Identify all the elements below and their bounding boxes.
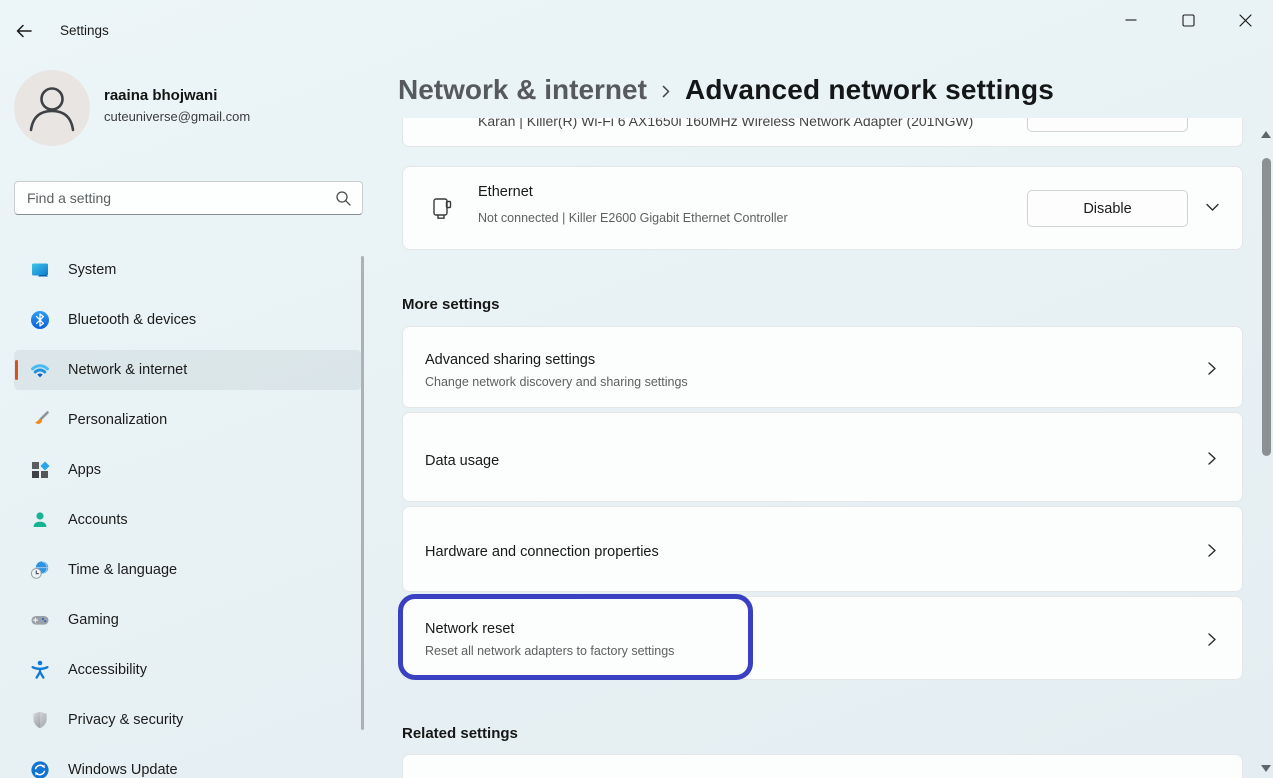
- section-header-related-settings: Related settings: [402, 725, 518, 742]
- window-title: Settings: [60, 23, 109, 38]
- sidebar-nav: System Bluetooth & devices Network & int…: [14, 250, 362, 778]
- search-icon: [335, 190, 352, 207]
- chevron-right-icon: [1207, 361, 1217, 376]
- page-title: Advanced network settings: [685, 74, 1054, 106]
- wifi-adapter-row-clipped[interactable]: Karan | Killer(R) Wi-Fi 6 AX1650i 160MHz…: [402, 118, 1243, 147]
- settings-window: Settings raaina bhojwani cuteuniverse@gm…: [0, 0, 1273, 778]
- sidebar-item-time-language[interactable]: Time & language: [14, 550, 362, 590]
- sidebar-item-personalization[interactable]: Personalization: [14, 400, 362, 440]
- ethernet-subtitle: Not connected | Killer E2600 Gigabit Eth…: [478, 211, 788, 225]
- sidebar-item-label: Windows Update: [68, 762, 178, 778]
- privacy-shield-icon: [30, 710, 50, 730]
- hardware-connection-properties-card[interactable]: Hardware and connection properties: [402, 506, 1243, 592]
- close-button[interactable]: [1230, 10, 1260, 30]
- chevron-right-icon: [1207, 543, 1217, 558]
- wifi-icon: [30, 360, 50, 380]
- sidebar-item-label: Network & internet: [68, 362, 187, 378]
- profile-name: raaina bhojwani: [104, 87, 217, 104]
- card-title: Network reset: [425, 621, 514, 637]
- back-arrow-icon: [14, 21, 34, 41]
- sidebar-item-bluetooth-devices[interactable]: Bluetooth & devices: [14, 300, 362, 340]
- selected-accent-bar: [15, 360, 18, 380]
- ethernet-title: Ethernet: [478, 184, 533, 200]
- back-button[interactable]: [14, 21, 34, 41]
- card-title: Hardware and connection properties: [425, 544, 659, 560]
- section-header-more-settings: More settings: [402, 296, 500, 313]
- sidebar-item-label: Time & language: [68, 562, 177, 578]
- bluetooth-icon: [30, 310, 50, 330]
- data-usage-card[interactable]: Data usage: [402, 412, 1243, 502]
- maximize-button[interactable]: [1173, 10, 1203, 30]
- breadcrumb: Network & internet Advanced network sett…: [398, 74, 1054, 106]
- sidebar-item-gaming[interactable]: Gaming: [14, 600, 362, 640]
- personalization-brush-icon: [30, 410, 50, 430]
- expander-chevron-down-icon[interactable]: [1205, 200, 1220, 215]
- scrollbar-down-arrow[interactable]: [1261, 765, 1271, 772]
- sidebar-item-label: Accessibility: [68, 662, 147, 678]
- minimize-icon: [1125, 14, 1137, 26]
- clipped-button[interactable]: [1027, 118, 1188, 132]
- card-subtitle: Reset all network adapters to factory se…: [425, 644, 674, 658]
- accounts-icon: [30, 510, 50, 530]
- sidebar-item-label: Accounts: [68, 512, 128, 528]
- related-settings-card-clipped[interactable]: [402, 754, 1243, 778]
- sidebar-item-label: Gaming: [68, 612, 119, 628]
- system-icon: [30, 260, 50, 280]
- chevron-right-icon: [1207, 451, 1217, 466]
- advanced-sharing-settings-card[interactable]: Advanced sharing settings Change network…: [402, 326, 1243, 408]
- sidebar-scrollbar[interactable]: [361, 256, 364, 730]
- ethernet-row[interactable]: Ethernet Not connected | Killer E2600 Gi…: [402, 166, 1243, 250]
- network-reset-card[interactable]: Network reset Reset all network adapters…: [402, 596, 1243, 680]
- maximize-icon: [1182, 14, 1195, 27]
- card-subtitle: Change network discovery and sharing set…: [425, 375, 688, 389]
- search-input[interactable]: [15, 182, 362, 214]
- chevron-right-icon: [1207, 632, 1217, 647]
- sidebar-item-accessibility[interactable]: Accessibility: [14, 650, 362, 690]
- sidebar-item-accounts[interactable]: Accounts: [14, 500, 362, 540]
- wifi-adapter-text: Karan | Killer(R) Wi-Fi 6 AX1650i 160MHz…: [478, 118, 973, 129]
- time-language-icon: [30, 560, 50, 580]
- sidebar-item-label: Privacy & security: [68, 712, 183, 728]
- accessibility-icon: [30, 660, 50, 680]
- sidebar-item-privacy-security[interactable]: Privacy & security: [14, 700, 362, 740]
- profile-email: cuteuniverse@gmail.com: [104, 109, 250, 124]
- scrollbar-thumb[interactable]: [1262, 158, 1271, 456]
- close-icon: [1239, 14, 1252, 27]
- disable-button[interactable]: Disable: [1027, 190, 1188, 227]
- card-title: Data usage: [425, 453, 499, 469]
- minimize-button[interactable]: [1116, 10, 1146, 30]
- ethernet-icon: [429, 195, 456, 222]
- sidebar-item-label: Personalization: [68, 412, 167, 428]
- breadcrumb-chevron-icon: [660, 80, 672, 100]
- breadcrumb-parent[interactable]: Network & internet: [398, 74, 647, 106]
- gaming-icon: [30, 610, 50, 630]
- search-box: [14, 181, 363, 215]
- sidebar-item-label: Apps: [68, 462, 101, 478]
- sidebar-item-system[interactable]: System: [14, 250, 362, 290]
- sidebar-item-apps[interactable]: Apps: [14, 450, 362, 490]
- windows-update-icon: [30, 760, 50, 778]
- sidebar-item-label: Bluetooth & devices: [68, 312, 196, 328]
- apps-icon: [30, 460, 50, 480]
- card-title: Advanced sharing settings: [425, 352, 595, 368]
- sidebar-item-label: System: [68, 262, 116, 278]
- avatar: [14, 70, 90, 146]
- titlebar: Settings: [0, 0, 1273, 48]
- sidebar-item-windows-update[interactable]: Windows Update: [14, 750, 362, 778]
- scrollbar-up-arrow[interactable]: [1261, 131, 1271, 138]
- person-icon: [14, 70, 90, 146]
- sidebar-item-network-internet[interactable]: Network & internet: [14, 350, 362, 390]
